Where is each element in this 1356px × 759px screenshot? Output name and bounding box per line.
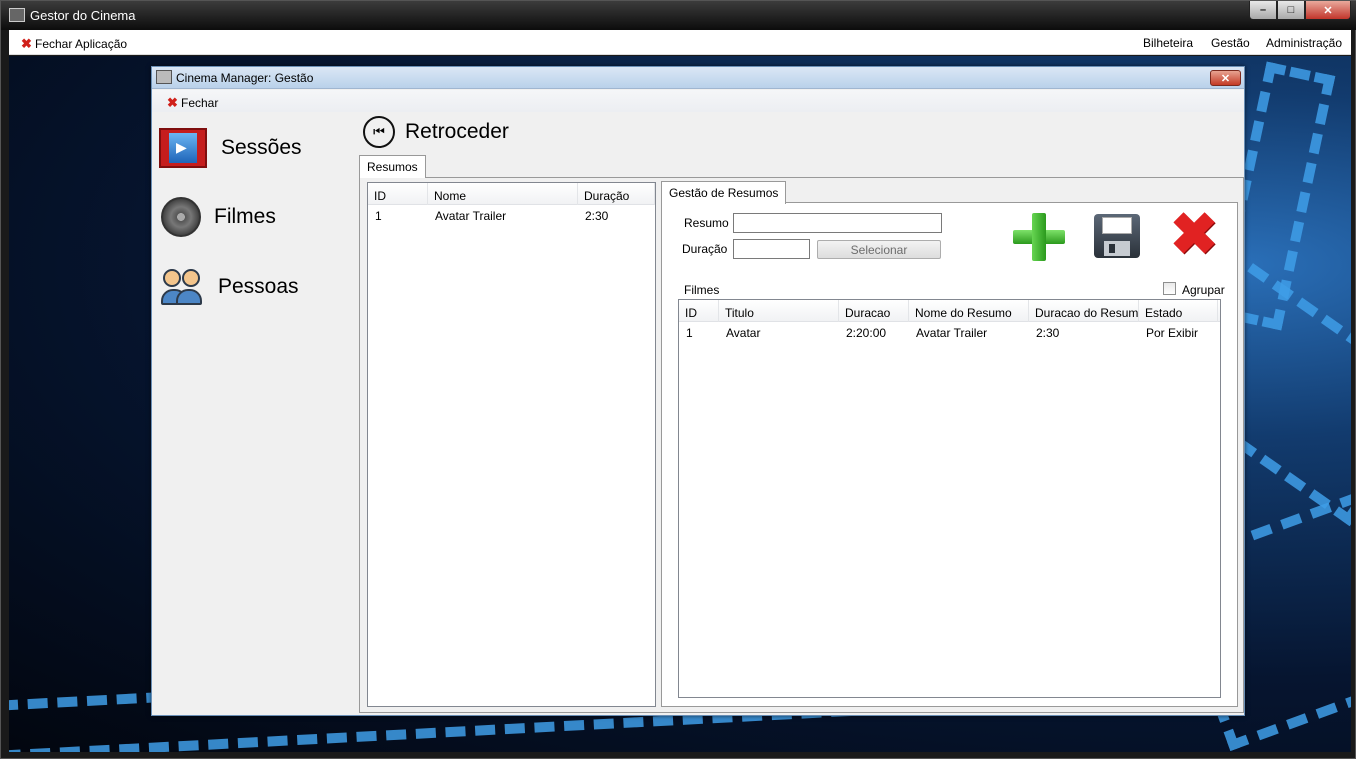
- column-header-estado[interactable]: Estado: [1139, 300, 1218, 322]
- agrupar-checkbox[interactable]: [1163, 282, 1176, 295]
- column-header-id[interactable]: ID: [679, 300, 719, 322]
- gestao-resumos-panel: Resumo Duração Selecionar ✖ Filmes Agrup…: [661, 202, 1238, 707]
- column-header-duracao[interactable]: Duração: [578, 183, 655, 205]
- resumos-list-header: ID Nome Duração: [368, 183, 655, 205]
- app-icon: [9, 8, 25, 22]
- tab-gestao-resumos[interactable]: Gestão de Resumos: [661, 181, 787, 204]
- back-button-label: Retroceder: [405, 120, 509, 143]
- column-header-duracao-resumo[interactable]: Duracao do Resumo: [1029, 300, 1139, 322]
- nav-label-sessoes: Sessões: [221, 136, 302, 159]
- menu-gestao[interactable]: Gestão: [1211, 36, 1250, 50]
- film-screen-icon: [159, 128, 207, 168]
- selecionar-button[interactable]: Selecionar: [817, 240, 941, 259]
- nav-item-sessoes[interactable]: Sessões: [159, 128, 302, 168]
- child-app-icon: [156, 70, 172, 84]
- close-application-menu-item[interactable]: ✖ Fechar Aplicação: [21, 36, 127, 52]
- back-button[interactable]: ⏮ Retroceder: [363, 116, 509, 148]
- save-icon[interactable]: [1094, 214, 1140, 258]
- close-icon: ✖: [167, 95, 178, 110]
- main-window: Gestor do Cinema – □ ✕ ✖ Fechar Aplicação…: [0, 0, 1356, 759]
- gestao-child-window: Cinema Manager: Gestão ✕ ✖Fechar Sessões…: [151, 66, 1245, 716]
- people-icon: [161, 267, 203, 307]
- resumo-label: Resumo: [684, 216, 729, 230]
- add-icon[interactable]: [1013, 213, 1065, 261]
- child-title-bar[interactable]: Cinema Manager: Gestão ✕: [152, 67, 1244, 89]
- delete-icon[interactable]: ✖: [1167, 206, 1221, 264]
- menu-administracao[interactable]: Administração: [1266, 36, 1342, 50]
- resumos-list[interactable]: ID Nome Duração 1 Avatar Trailer 2:30: [367, 182, 656, 707]
- nav-label-pessoas: Pessoas: [218, 275, 299, 298]
- table-row[interactable]: 1 Avatar 2:20:00 Avatar Trailer 2:30 Por…: [679, 324, 1220, 342]
- resumos-tab-panel: ID Nome Duração 1 Avatar Trailer 2:30 Ge…: [359, 177, 1244, 713]
- agrupar-label: Agrupar: [1182, 283, 1225, 297]
- child-menu-bar: ✖ Fechar: [152, 90, 1244, 112]
- filmes-list-header: ID Titulo Duracao Nome do Resumo Duracao…: [679, 300, 1220, 322]
- close-menu-item[interactable]: ✖ Fechar: [167, 95, 218, 111]
- nav-item-filmes[interactable]: Filmes: [161, 197, 276, 237]
- film-reel-icon: [161, 197, 201, 237]
- resumo-input[interactable]: [733, 213, 942, 233]
- back-icon: ⏮: [363, 116, 395, 148]
- table-row[interactable]: 1 Avatar Trailer 2:30: [368, 207, 655, 225]
- minimize-button[interactable]: –: [1249, 1, 1277, 20]
- menu-bilheteira[interactable]: Bilheteira: [1143, 36, 1193, 50]
- column-header-duracao[interactable]: Duracao: [839, 300, 909, 322]
- nav-label-filmes: Filmes: [214, 205, 276, 228]
- close-window-button[interactable]: ✕: [1305, 1, 1351, 20]
- column-header-id[interactable]: ID: [368, 183, 428, 205]
- maximize-button[interactable]: □: [1277, 1, 1305, 20]
- tab-resumos[interactable]: Resumos: [359, 155, 426, 178]
- column-header-titulo[interactable]: Titulo: [719, 300, 839, 322]
- nav-item-pessoas[interactable]: Pessoas: [161, 267, 299, 307]
- main-menu-bar: ✖ Fechar Aplicação Bilheteira Gestão Admi…: [9, 30, 1351, 55]
- filmes-list[interactable]: ID Titulo Duracao Nome do Resumo Duracao…: [678, 299, 1221, 698]
- filmes-label: Filmes: [684, 283, 720, 297]
- child-close-button[interactable]: ✕: [1210, 70, 1241, 86]
- column-header-nome[interactable]: Nome: [428, 183, 578, 205]
- main-title-bar[interactable]: Gestor do Cinema – □ ✕: [1, 1, 1356, 30]
- column-header-nome-resumo[interactable]: Nome do Resumo: [909, 300, 1029, 322]
- duracao-label: Duração: [682, 242, 728, 256]
- close-icon: ✖: [21, 36, 32, 51]
- child-window-title: Cinema Manager: Gestão: [176, 71, 314, 85]
- duracao-input[interactable]: [733, 239, 810, 259]
- main-window-title: Gestor do Cinema: [30, 8, 136, 23]
